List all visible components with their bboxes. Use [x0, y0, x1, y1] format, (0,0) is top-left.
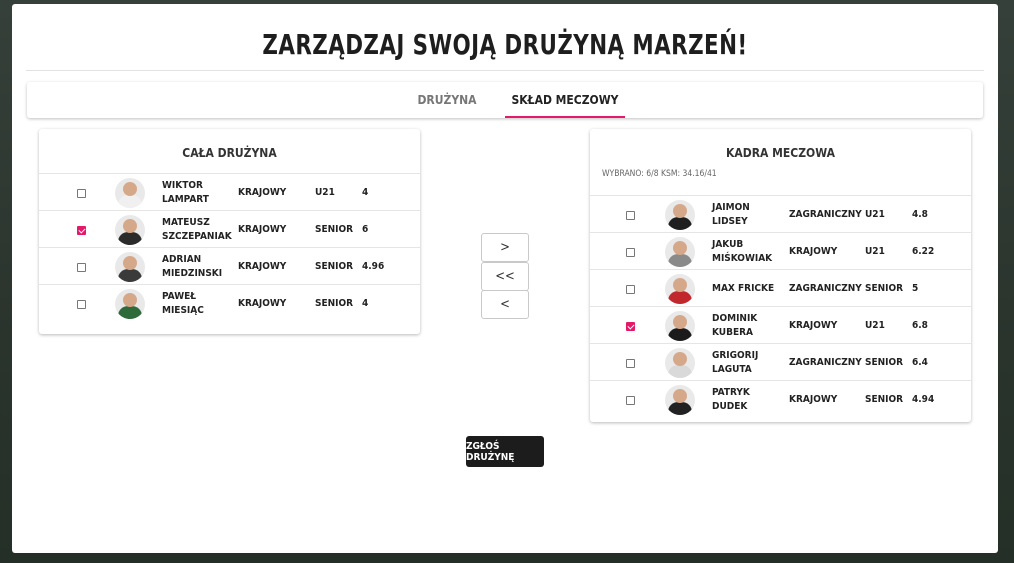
player-category: U21: [865, 245, 885, 257]
player-row[interactable]: ADRIAN MIEDZINSKI KRAJOWY SENIOR 4.96: [39, 248, 420, 285]
tab-team[interactable]: DRUŻYNA: [392, 82, 502, 118]
page-title: ZARZĄDZAJ SWOJĄ DRUŻYNĄ MARZEŃ!: [262, 28, 748, 61]
player-checkbox[interactable]: [77, 263, 86, 272]
whole-team-list: WIKTOR LAMPART KRAJOWY U21 4 MATEUSZ SZCZEPA…: [39, 174, 420, 322]
player-row[interactable]: DOMINIK KUBERA KRAJOWY U21 6.8: [590, 307, 971, 344]
player-name: MATEUSZ SZCZEPANIAK: [162, 217, 232, 242]
player-origin: KRAJOWY: [238, 186, 287, 198]
player-checkbox[interactable]: [626, 248, 635, 257]
player-checkbox[interactable]: [626, 322, 635, 331]
player-row[interactable]: PAWEŁ MIESIĄC KRAJOWY SENIOR 4: [39, 285, 420, 322]
player-row[interactable]: MATEUSZ SZCZEPANIAK KRAJOWY SENIOR 6: [39, 211, 420, 248]
title-divider: [26, 70, 984, 71]
tab-match-squad[interactable]: SKŁAD MECZOWY: [505, 82, 625, 118]
player-ksm: 6.8: [912, 319, 928, 331]
player-name: MAX FRICKE: [712, 282, 775, 294]
match-squad-title: KADRA MECZOWA: [726, 146, 835, 160]
player-row[interactable]: JAIMON LIDSEY ZAGRANICZNY U21 4.8: [590, 196, 971, 233]
move-left-button[interactable]: <: [481, 290, 529, 319]
whole-team-panel: CAŁA DRUŻYNA WIKTOR LAMPART KRAJOWY U21 4 MA…: [39, 129, 420, 334]
selection-summary-text: WYBRANO: 6/8 KSM: 34.16/41: [602, 169, 717, 179]
player-checkbox[interactable]: [626, 285, 635, 294]
player-ksm: 6.4: [912, 356, 928, 368]
player-ksm: 4.8: [912, 208, 928, 220]
move-all-left-button[interactable]: <<: [481, 262, 529, 291]
player-avatar: [665, 348, 695, 378]
player-avatar: [665, 200, 695, 230]
player-checkbox[interactable]: [77, 189, 86, 198]
player-name: PAWEŁ MIESIĄC: [162, 291, 204, 316]
whole-team-title: CAŁA DRUŻYNA: [39, 129, 420, 174]
player-name: JAKUB MIŚKOWIAK: [712, 239, 773, 264]
player-ksm: 4.96: [362, 260, 385, 272]
player-checkbox[interactable]: [626, 396, 635, 405]
player-checkbox[interactable]: [77, 300, 86, 309]
player-category: U21: [865, 319, 885, 331]
player-ksm: 4: [362, 186, 369, 198]
player-origin: KRAJOWY: [238, 260, 287, 272]
player-name: JAIMON LIDSEY: [712, 202, 750, 227]
player-ksm: 5: [912, 282, 919, 294]
team-modal: ZARZĄDZAJ SWOJĄ DRUŻYNĄ MARZEŃ! DRUŻYNA …: [12, 4, 998, 553]
tab-bar: DRUŻYNA SKŁAD MECZOWY: [27, 82, 983, 118]
player-avatar: [115, 178, 145, 208]
player-category: SENIOR: [315, 297, 354, 309]
player-checkbox[interactable]: [626, 211, 635, 220]
player-avatar: [115, 252, 145, 282]
submit-team-button[interactable]: ZGŁOŚ DRUŻYNĘ: [466, 436, 544, 467]
player-avatar: [115, 215, 145, 245]
player-avatar: [665, 274, 695, 304]
player-row[interactable]: GRIGORIJ LAGUTA ZAGRANICZNY SENIOR 6.4: [590, 344, 971, 381]
player-ksm: 4.94: [912, 393, 935, 405]
player-category: SENIOR: [315, 223, 354, 235]
player-row[interactable]: WIKTOR LAMPART KRAJOWY U21 4: [39, 174, 420, 211]
player-name: DOMINIK KUBERA: [712, 313, 758, 338]
player-checkbox[interactable]: [626, 359, 635, 368]
player-category: SENIOR: [865, 393, 904, 405]
player-origin: ZAGRANICZNY: [789, 356, 862, 368]
player-avatar: [665, 385, 695, 415]
selection-summary: WYBRANO: 6/8 KSM: 34.16/41: [590, 166, 971, 196]
player-name: GRIGORIJ LAGUTA: [712, 350, 759, 375]
player-name: WIKTOR LAMPART: [162, 180, 209, 205]
player-row[interactable]: MAX FRICKE ZAGRANICZNY SENIOR 5: [590, 270, 971, 307]
player-origin: KRAJOWY: [238, 297, 287, 309]
player-category: SENIOR: [315, 260, 354, 272]
player-origin: ZAGRANICZNY: [789, 282, 862, 294]
player-name: ADRIAN MIEDZINSKI: [162, 254, 223, 279]
player-row[interactable]: JAKUB MIŚKOWIAK KRAJOWY U21 6.22: [590, 233, 971, 270]
player-category: SENIOR: [865, 282, 904, 294]
player-row[interactable]: PATRYK DUDEK KRAJOWY SENIOR 4.94: [590, 381, 971, 418]
player-ksm: 6.22: [912, 245, 935, 257]
player-name: PATRYK DUDEK: [712, 387, 750, 412]
player-origin: KRAJOWY: [789, 245, 838, 257]
player-origin: ZAGRANICZNY: [789, 208, 862, 220]
player-category: U21: [315, 186, 335, 198]
player-origin: KRAJOWY: [789, 393, 838, 405]
player-checkbox[interactable]: [77, 226, 86, 235]
player-avatar: [665, 237, 695, 267]
player-origin: KRAJOWY: [238, 223, 287, 235]
match-squad-panel: KADRA MECZOWA WYBRANO: 6/8 KSM: 34.16/41…: [590, 129, 971, 422]
player-avatar: [665, 311, 695, 341]
player-avatar: [115, 289, 145, 319]
player-origin: KRAJOWY: [789, 319, 838, 331]
match-squad-list: JAIMON LIDSEY ZAGRANICZNY U21 4.8 JAKUB MIŚK…: [590, 196, 971, 418]
player-ksm: 4: [362, 297, 369, 309]
player-category: SENIOR: [865, 356, 904, 368]
player-category: U21: [865, 208, 885, 220]
player-ksm: 6: [362, 223, 369, 235]
move-right-button[interactable]: >: [481, 233, 529, 262]
